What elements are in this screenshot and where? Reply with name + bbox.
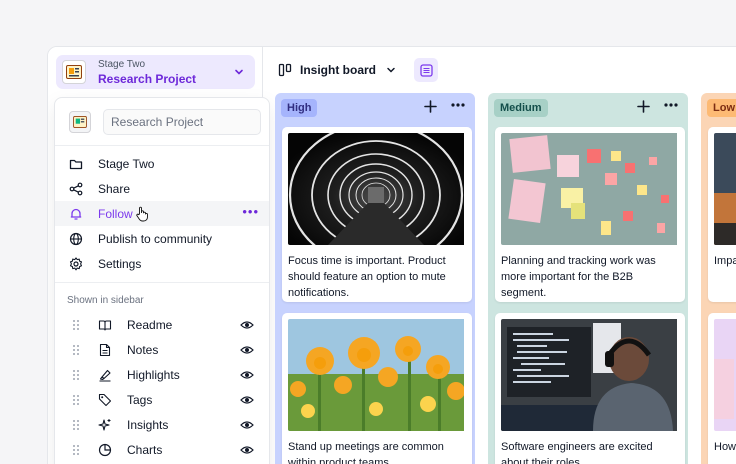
globe-icon [69,232,83,245]
sidebar-item-notes[interactable]: Notes [55,337,269,362]
folder-icon [69,159,83,169]
column-tag[interactable]: Medium [494,99,548,117]
app-window: Stage Two Research Project Stage Two Sha… [47,46,736,464]
plus-icon[interactable] [637,100,650,113]
hand-cursor-icon [136,206,148,222]
section-label: Shown in sidebar [67,295,144,306]
sidebar-item-readme[interactable]: Readme [55,312,269,337]
eye-icon[interactable] [240,443,254,457]
chevron-down-icon[interactable] [386,65,396,75]
insight-card[interactable]: Software engineers are excited about the… [495,313,685,464]
sidebar: Stage Two Research Project Stage Two Sha… [48,47,270,464]
sparkle-icon [98,418,111,431]
card-text: Software engineers are excited about the… [501,441,653,464]
engineer-photo [501,319,679,431]
board-toolbar: Insight board [264,47,736,93]
sidebar-item-label: Charts [127,442,163,457]
project-name: Research Project [98,72,197,86]
pie-chart-icon [98,443,112,456]
board-icon [278,63,292,77]
drag-handle-icon[interactable] [72,319,80,331]
eye-icon[interactable] [240,368,254,382]
sidebar-item-label: Tags [127,392,153,407]
eye-icon[interactable] [240,318,254,332]
flowers-photo [288,319,466,431]
column-header: Low [701,93,736,121]
sidebar-item-label: Highlights [127,367,180,382]
menu-item-label: Publish to community [98,231,213,246]
board-name[interactable]: Insight board [300,63,376,77]
sidebar-item-insights[interactable]: Insights [55,412,269,437]
landscape-photo [714,133,736,245]
more-options-icon[interactable] [664,103,678,107]
menu-item-label: Settings [98,256,142,271]
more-options-icon[interactable] [451,103,465,107]
board-column-medium: Medium Planning and tracking work was mo… [488,93,688,464]
menu-item-stage-two[interactable]: Stage Two [55,151,269,176]
column-header: High [275,93,475,121]
project-name-input[interactable] [103,108,261,135]
column-tag[interactable]: Low [707,99,736,117]
drag-handle-icon[interactable] [72,419,80,431]
tunnel-photo [288,133,466,245]
divider [55,282,269,283]
book-icon [98,319,112,331]
column-tag[interactable]: High [281,99,318,117]
sidebar-item-label: Notes [127,342,159,357]
menu-header [55,98,269,146]
menu-item-label: Follow [98,206,133,221]
insight-card[interactable]: Planning and tracking work was more impo… [495,127,685,302]
eye-icon[interactable] [240,343,254,357]
insight-card[interactable]: Focus time is important. Product should … [282,127,472,302]
insight-card[interactable]: Stand up meetings are common within prod… [282,313,472,464]
drag-handle-icon[interactable] [72,344,80,356]
board-column-high: High Focus time is important. Product sh… [275,93,475,464]
drag-handle-icon[interactable] [72,444,80,456]
column-header: Medium [488,93,688,121]
insight-card[interactable]: Impa... with ... Mes... [708,127,736,302]
project-stage: Stage Two [98,59,146,70]
sidebar-item-charts[interactable]: Charts [55,437,269,462]
menu-item-settings[interactable]: Settings [55,251,269,276]
card-text: Planning and tracking work was more impo… [501,255,656,299]
room-photo [714,319,736,431]
sidebar-item-highlights[interactable]: Highlights [55,362,269,387]
sticky-notes-photo [501,133,679,245]
menu-item-label: Share [98,181,131,196]
project-menu: Stage Two Share Follow ••• Publish to co… [54,97,270,464]
eye-icon[interactable] [240,393,254,407]
project-thumbnail-icon [62,60,86,84]
gear-icon [69,256,83,270]
highlighter-icon [99,369,111,382]
menu-item-share[interactable]: Share [55,176,269,201]
list-view-icon [419,63,433,77]
project-thumbnail-icon [69,110,91,133]
sidebar-item-label: Insights [127,417,169,432]
menu-item-label: Stage Two [98,156,155,171]
card-text: How... Reta... [714,441,736,453]
bell-icon [70,208,82,220]
drag-handle-icon[interactable] [72,369,80,381]
tag-icon [98,393,112,406]
insight-card[interactable]: How... Reta... [708,313,736,464]
card-text: Focus time is important. Product should … [288,255,446,299]
chevron-down-icon [235,69,243,75]
card-text: Stand up meetings are common within prod… [288,441,444,464]
menu-item-publish[interactable]: Publish to community [55,226,269,251]
menu-item-follow[interactable]: Follow ••• [55,201,269,226]
list-view-button[interactable] [414,58,438,82]
board-column-low: Low Impa... with ... Mes... How... Reta.… [701,93,736,464]
more-options-icon[interactable]: ••• [242,205,259,218]
project-switcher[interactable]: Stage Two Research Project [56,55,255,89]
share-icon [69,182,83,195]
drag-handle-icon[interactable] [72,394,80,406]
eye-icon[interactable] [240,418,254,432]
plus-icon[interactable] [424,100,437,113]
card-text: Impa... with ... Mes... [714,255,736,267]
sidebar-item-tags[interactable]: Tags [55,387,269,412]
sidebar-item-label: Readme [127,317,173,332]
notes-icon [99,343,111,356]
